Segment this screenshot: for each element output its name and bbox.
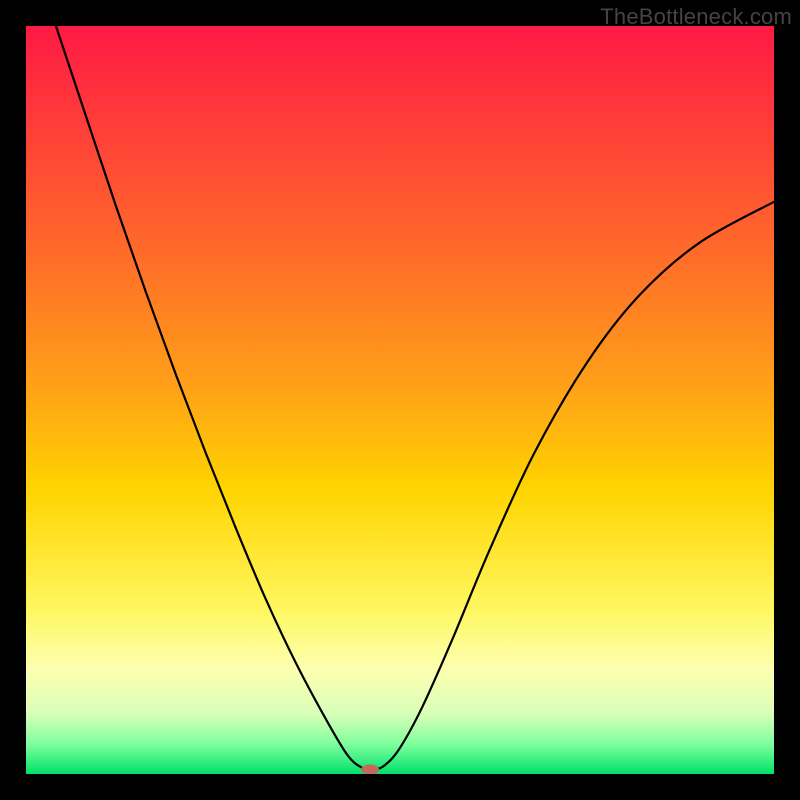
watermark-text: TheBottleneck.com	[600, 4, 792, 30]
bottleneck-chart	[26, 26, 774, 774]
gradient-background	[26, 26, 774, 774]
chart-frame: TheBottleneck.com	[0, 0, 800, 800]
plot-area	[26, 26, 774, 774]
